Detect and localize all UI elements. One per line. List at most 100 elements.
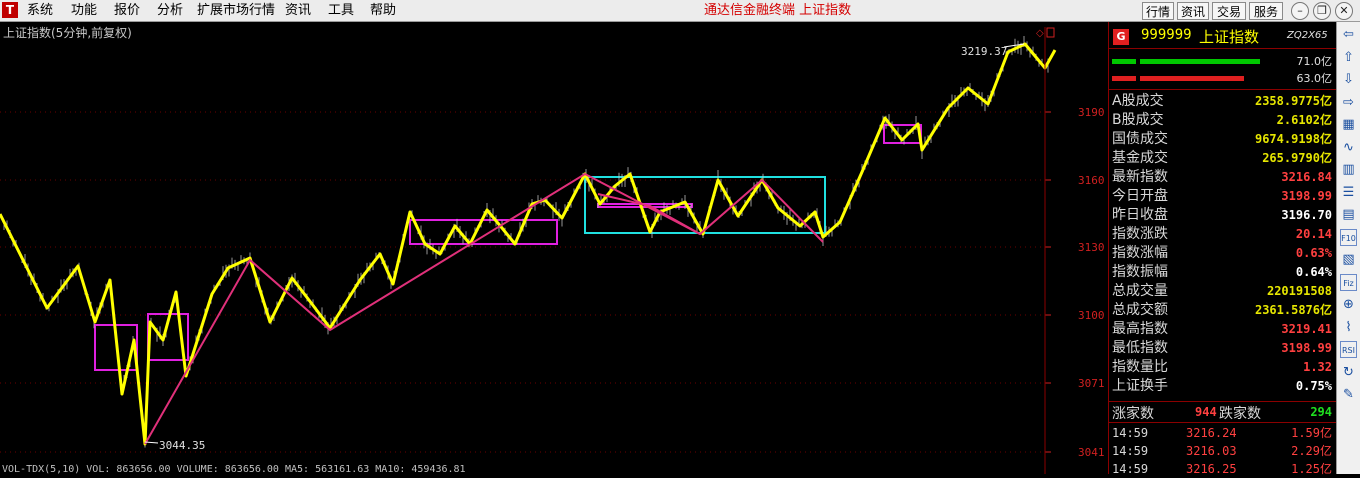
table-icon[interactable]: ▦: [1340, 116, 1357, 133]
quote-row: 指数涨跌 20.14: [1112, 225, 1334, 244]
quote-row-label: 昨日收盘: [1112, 207, 1168, 223]
price-chart[interactable]: 3044.35 3219.37 ◇ VOL-TDX(5,10) VOL: 863…: [0, 22, 1108, 474]
quote-row-value: 265.9790亿: [1262, 151, 1332, 165]
menu-analysis[interactable]: 分析: [157, 0, 183, 22]
arrow-left-icon[interactable]: ⇦: [1340, 26, 1357, 43]
quote-row-label: 基金成交: [1112, 150, 1168, 166]
quote-row: 总成交量 220191508: [1112, 282, 1334, 301]
tick-row: 14:59 3216.25 1.25亿: [1112, 460, 1334, 478]
quote-row-value: 3219.41: [1281, 322, 1332, 336]
menu-tools[interactable]: 工具: [328, 0, 354, 22]
up-count-label: 涨家数: [1112, 406, 1154, 422]
y-tick-3160: 3160: [1078, 174, 1105, 187]
pen-icon[interactable]: ✎: [1340, 386, 1357, 403]
menu-bar: T 系统 功能 报价 分析 扩展市场行情 资讯 工具 帮助 通达信金融终端 上证…: [0, 0, 1360, 22]
high-label: 3219.37: [961, 45, 1007, 58]
menu-news[interactable]: 资讯: [285, 0, 311, 22]
grid-icon[interactable]: ▤: [1340, 206, 1357, 223]
quote-row: B股成交 2.6102亿: [1112, 111, 1334, 130]
down-count: 294: [1310, 405, 1332, 419]
kline-icon[interactable]: ▥: [1340, 161, 1357, 178]
close-icon[interactable]: ✕: [1335, 2, 1353, 20]
divider: [1109, 401, 1336, 402]
quote-row: 指数量比 1.32: [1112, 358, 1334, 377]
quote-row: 最高指数 3219.41: [1112, 320, 1334, 339]
menu-quote[interactable]: 报价: [114, 0, 140, 22]
quote-row: 指数涨幅 0.63%: [1112, 244, 1334, 263]
quote-button[interactable]: 行情: [1142, 2, 1174, 20]
volume-indicator-text: VOL-TDX(5,10) VOL: 863656.00 VOLUME: 863…: [2, 464, 466, 474]
quote-row-label: B股成交: [1112, 112, 1164, 128]
divider: [1109, 89, 1336, 90]
tick-price: 3216.24: [1186, 426, 1237, 440]
menu-help[interactable]: 帮助: [370, 0, 396, 22]
quote-row-value: 3198.99: [1281, 341, 1332, 355]
quote-row-value: 0.64%: [1295, 265, 1332, 279]
consolidation-box: [409, 219, 558, 245]
arrow-right-icon[interactable]: ⇨: [1340, 94, 1357, 111]
zoom-icon[interactable]: ⊕: [1340, 296, 1357, 313]
stock-code: 999999: [1141, 27, 1192, 43]
trade-button[interactable]: 交易: [1212, 2, 1246, 20]
price-candles: [3, 35, 1049, 448]
quote-row-label: A股成交: [1112, 93, 1164, 109]
quote-row-label: 最高指数: [1112, 321, 1168, 337]
red-bar-left: [1112, 76, 1136, 81]
quote-row-value: 9674.9198亿: [1254, 132, 1332, 146]
quote-row: 总成交额 2361.5876亿: [1112, 301, 1334, 320]
quote-row-value: 2358.9775亿: [1254, 94, 1332, 108]
tool-sidebar: ⇦ ⇧ ⇩ ⇨ ▦ ∿ ▥ ☰ ▤ F10 ▧ Fiz ⊕ ⌇ RSI ↻ ✎: [1336, 22, 1360, 474]
fiz-icon[interactable]: Fiz: [1340, 273, 1357, 291]
f10-icon[interactable]: F10: [1340, 228, 1357, 246]
quote-row: 今日开盘 3198.99: [1112, 187, 1334, 206]
y-tick-3041: 3041: [1078, 446, 1105, 459]
quote-row-label: 指数量比: [1112, 359, 1168, 375]
down-count-label: 跌家数: [1219, 406, 1261, 422]
minimize-icon[interactable]: –: [1291, 2, 1309, 20]
red-bar-right: [1140, 76, 1244, 81]
quote-row-value: 0.63%: [1295, 246, 1332, 260]
quote-row-value: 3216.84: [1281, 170, 1332, 184]
refresh-icon[interactable]: ↻: [1340, 364, 1357, 381]
y-tick-3190: 3190: [1078, 106, 1105, 119]
quote-row-label: 指数涨跌: [1112, 226, 1168, 242]
arrow-up-icon[interactable]: ⇧: [1340, 49, 1357, 66]
line-chart-icon[interactable]: ∿: [1340, 139, 1357, 156]
quote-row-value: 0.75%: [1295, 379, 1332, 393]
rsi-icon[interactable]: RSI: [1340, 341, 1357, 358]
pattern-boxes: [94, 124, 922, 371]
stock-name: 上证指数: [1199, 28, 1260, 46]
divider: [1109, 422, 1336, 423]
quote-row: 最新指数 3216.84: [1112, 168, 1334, 187]
tick-time: 14:59: [1112, 444, 1149, 458]
quote-row-label: 指数振幅: [1112, 264, 1168, 280]
arrow-down-icon[interactable]: ⇩: [1340, 71, 1357, 88]
quote-row: 昨日收盘 3196.70: [1112, 206, 1334, 225]
tick-price: 3216.03: [1186, 444, 1237, 458]
quote-row-label: 今日开盘: [1112, 188, 1168, 204]
low-label: 3044.35: [159, 439, 205, 452]
green-bar-right: [1140, 59, 1260, 64]
scale-toggle-icon[interactable]: [1046, 27, 1055, 38]
indicator-icon[interactable]: ⌇: [1340, 319, 1357, 336]
y-tick-3130: 3130: [1078, 241, 1105, 254]
quote-row-value: 2.6102亿: [1276, 113, 1332, 127]
quote-row: 基金成交 265.9790亿: [1112, 149, 1334, 168]
service-button[interactable]: 服务: [1249, 2, 1283, 20]
menu-extended-market[interactable]: 扩展市场行情: [197, 0, 275, 22]
bar-value-2: 63.0亿: [1296, 72, 1333, 85]
restore-icon[interactable]: ❐: [1313, 2, 1331, 20]
bar-value-1: 71.0亿: [1296, 55, 1333, 68]
f9-icon[interactable]: ▧: [1340, 251, 1357, 268]
market-tag: ZQ2X65: [1287, 30, 1328, 41]
tick-volume: 1.25亿: [1291, 462, 1332, 476]
quote-row-value: 3196.70: [1281, 208, 1332, 222]
quote-row-value: 220191508: [1266, 284, 1332, 298]
menu-function[interactable]: 功能: [71, 0, 97, 22]
list-icon[interactable]: ☰: [1340, 184, 1357, 201]
news-button[interactable]: 资讯: [1177, 2, 1209, 20]
menu-system[interactable]: 系统: [27, 0, 53, 22]
quote-row: A股成交 2358.9775亿: [1112, 92, 1334, 111]
g-badge[interactable]: G: [1113, 29, 1129, 45]
diamond-icon: ◇: [1036, 28, 1044, 39]
